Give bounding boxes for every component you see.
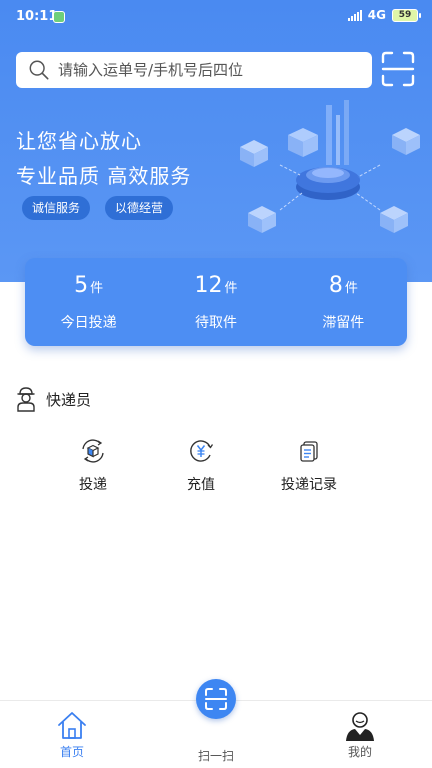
tab-label: 扫一扫 <box>197 749 234 763</box>
action-label: 投递 <box>79 477 107 493</box>
tab-label: 首页 <box>59 745 84 759</box>
stat-overdue[interactable]: 8 件 滞留件 <box>280 258 407 346</box>
logistics-illustration <box>240 100 420 233</box>
action-recharge[interactable]: 充值 <box>147 438 255 494</box>
stat-number: 12 <box>194 273 223 298</box>
search-input[interactable] <box>58 61 358 79</box>
tab-home[interactable]: 首页 <box>50 709 94 760</box>
yuan-recharge-icon <box>190 440 214 462</box>
scan-button[interactable] <box>196 679 236 719</box>
stat-today-delivered[interactable]: 5 件 今日投递 <box>25 258 152 346</box>
home-icon <box>58 712 86 739</box>
courier-actions: 投递 充值 投递记录 <box>39 438 363 494</box>
stat-awaiting-pickup[interactable]: 12 件 待取件 <box>152 258 279 346</box>
tag-virtue: 以德经营 <box>105 196 174 220</box>
tab-label: 我的 <box>347 745 372 759</box>
status-time: 10:11 <box>16 9 58 24</box>
stat-value: 12 件 <box>194 273 237 298</box>
stat-number: 5 <box>74 273 89 298</box>
stat-value: 8 件 <box>329 273 358 298</box>
stat-unit: 件 <box>224 281 238 296</box>
slogan-line-2: 专业品质 高效服务 <box>16 164 192 188</box>
stat-unit: 件 <box>344 281 358 296</box>
delivery-stats-card: 5 件 今日投递 12 件 待取件 8 件 滞留件 <box>25 258 407 346</box>
network-type: 4G <box>367 8 386 22</box>
battery-icon: 59 <box>392 8 421 22</box>
scan-icon[interactable] <box>380 50 416 88</box>
package-delivery-icon <box>82 439 104 463</box>
stat-value: 5 件 <box>74 273 103 298</box>
stat-number: 8 <box>328 273 343 298</box>
stat-label: 待取件 <box>194 315 237 331</box>
stat-unit: 件 <box>90 281 104 296</box>
bottom-tab-bar: 首页 扫一扫 我的 <box>0 679 432 768</box>
courier-icon <box>17 387 35 412</box>
slogan-line-1: 让您省心放心 <box>16 129 142 153</box>
user-profile-icon <box>346 712 374 741</box>
tab-scan[interactable]: 扫一扫 <box>188 679 244 764</box>
scan-icon <box>205 688 227 710</box>
document-record-icon <box>300 441 318 462</box>
stat-label: 今日投递 <box>60 315 117 331</box>
hero-banner: 10:11 4G 59 让您省心放心 专业品质 高效服务 诚信服务 以德经营 <box>0 0 432 282</box>
action-deliver[interactable]: 投递 <box>39 438 147 494</box>
tab-mine[interactable]: 我的 <box>338 709 382 760</box>
courier-section-header: 快递员 <box>16 386 91 412</box>
action-delivery-records[interactable]: 投递记录 <box>255 438 363 494</box>
tag-integrity: 诚信服务 <box>22 196 91 220</box>
status-indicators: 4G 59 <box>347 8 421 22</box>
action-label: 充值 <box>187 477 215 493</box>
status-bar: 10:11 4G 59 <box>0 0 432 34</box>
stat-label: 滞留件 <box>322 315 365 331</box>
notification-app-icon <box>53 11 65 23</box>
search-bar[interactable] <box>16 52 372 88</box>
action-label: 投递记录 <box>281 477 337 493</box>
section-title: 快递员 <box>46 390 92 409</box>
search-icon <box>29 60 49 80</box>
signal-icon <box>347 9 362 21</box>
